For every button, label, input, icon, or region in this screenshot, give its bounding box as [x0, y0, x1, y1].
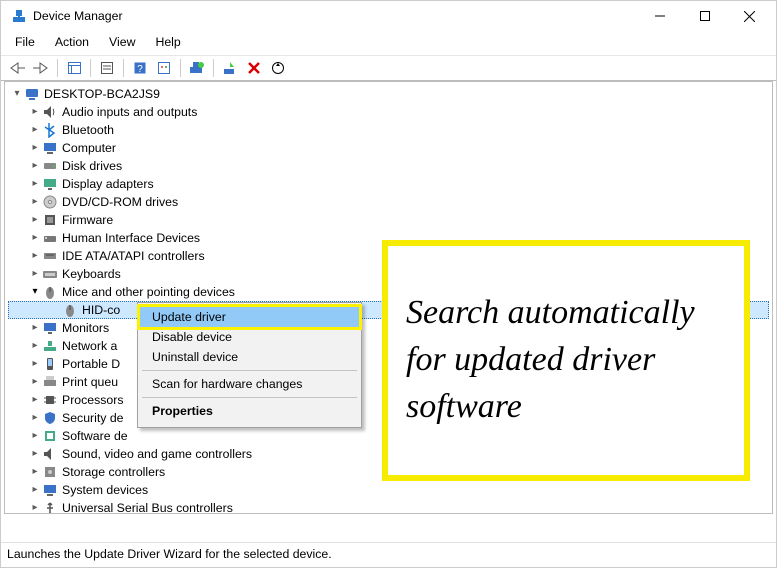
toolbar-separator: [57, 59, 58, 77]
tree-item-firmware[interactable]: ▸Firmware: [8, 211, 769, 229]
app-logo-icon: [11, 8, 27, 24]
svg-text:?: ?: [137, 64, 143, 75]
expand-arrow-icon[interactable]: ▸: [28, 211, 42, 229]
tree-root-label: DESKTOP-BCA2JS9: [44, 85, 164, 103]
audio-icon: [42, 104, 58, 120]
menubar: File Action View Help: [1, 31, 776, 55]
properties-button[interactable]: [96, 57, 118, 79]
menu-item-disable-device[interactable]: Disable device: [140, 327, 359, 347]
collapse-arrow-icon[interactable]: ▾: [28, 283, 42, 301]
back-button[interactable]: [6, 57, 28, 79]
expand-arrow-icon[interactable]: ▸: [28, 247, 42, 265]
expand-arrow-icon[interactable]: ▸: [28, 463, 42, 481]
menu-divider: [142, 370, 357, 371]
sound-icon: [42, 446, 58, 462]
expand-arrow-icon[interactable]: ▸: [28, 193, 42, 211]
action-button[interactable]: [153, 57, 175, 79]
network-icon: [42, 338, 58, 354]
window-title: Device Manager: [33, 9, 637, 23]
expand-arrow-icon[interactable]: ▸: [28, 319, 42, 337]
titlebar: Device Manager: [1, 1, 776, 31]
menu-help[interactable]: Help: [147, 33, 188, 51]
tree-root[interactable]: ▾ DESKTOP-BCA2JS9: [8, 85, 769, 103]
context-menu: Update driver Disable device Uninstall d…: [137, 302, 362, 428]
toolbar-separator: [123, 59, 124, 77]
annotation-overlay: Search automatically for updated driver …: [382, 240, 750, 481]
expand-arrow-icon[interactable]: ▸: [28, 499, 42, 514]
annotation-text: Search automatically for updated driver …: [406, 290, 726, 431]
scan-button[interactable]: [267, 57, 289, 79]
status-text: Launches the Update Driver Wizard for th…: [7, 547, 332, 561]
expand-arrow-icon[interactable]: ▸: [28, 157, 42, 175]
toolbar-separator: [213, 59, 214, 77]
minimize-button[interactable]: [637, 1, 682, 31]
mouse-icon: [62, 302, 78, 318]
dvd-icon: [42, 194, 58, 210]
computer-icon: [24, 86, 40, 102]
toolbar: ?: [1, 55, 776, 81]
security-icon: [42, 410, 58, 426]
enable-button[interactable]: [219, 57, 241, 79]
expand-arrow-icon[interactable]: ▸: [28, 391, 42, 409]
hid-icon: [42, 230, 58, 246]
expand-arrow-icon[interactable]: ▸: [28, 121, 42, 139]
expand-arrow-icon[interactable]: ▾: [10, 85, 24, 103]
menu-action[interactable]: Action: [47, 33, 97, 51]
statusbar: Launches the Update Driver Wizard for th…: [1, 542, 776, 567]
help-button[interactable]: ?: [129, 57, 151, 79]
menu-item-uninstall-device[interactable]: Uninstall device: [140, 347, 359, 367]
expand-arrow-icon[interactable]: ▸: [28, 175, 42, 193]
expand-arrow-icon[interactable]: ▸: [28, 373, 42, 391]
menu-divider: [142, 397, 357, 398]
mouse-icon: [42, 284, 58, 300]
menu-item-properties[interactable]: Properties: [140, 401, 359, 421]
tree-item-bluetooth[interactable]: ▸Bluetooth: [8, 121, 769, 139]
usb-icon: [42, 500, 58, 514]
cpu-icon: [42, 392, 58, 408]
expand-arrow-icon[interactable]: ▸: [28, 355, 42, 373]
expand-arrow-icon[interactable]: ▸: [28, 337, 42, 355]
printer-icon: [42, 374, 58, 390]
bluetooth-icon: [42, 122, 58, 138]
expand-arrow-icon[interactable]: ▸: [28, 409, 42, 427]
tree-item-disk[interactable]: ▸Disk drives: [8, 157, 769, 175]
storage-icon: [42, 464, 58, 480]
show-hide-tree-button[interactable]: [63, 57, 85, 79]
uninstall-button[interactable]: [243, 57, 265, 79]
system-icon: [42, 482, 58, 498]
menu-view[interactable]: View: [101, 33, 143, 51]
tree-item-system[interactable]: ▸System devices: [8, 481, 769, 499]
toolbar-separator: [90, 59, 91, 77]
menu-item-scan[interactable]: Scan for hardware changes: [140, 374, 359, 394]
update-driver-button[interactable]: [186, 57, 208, 79]
toolbar-separator: [180, 59, 181, 77]
expand-arrow-icon[interactable]: ▸: [28, 229, 42, 247]
expand-arrow-icon[interactable]: ▸: [28, 103, 42, 121]
close-button[interactable]: [727, 1, 772, 31]
disk-icon: [42, 158, 58, 174]
tree-item-dvd[interactable]: ▸DVD/CD-ROM drives: [8, 193, 769, 211]
tree-item-computer[interactable]: ▸Computer: [8, 139, 769, 157]
software-icon: [42, 428, 58, 444]
monitor-icon: [42, 140, 58, 156]
ide-icon: [42, 248, 58, 264]
tree-item-usb[interactable]: ▸Universal Serial Bus controllers: [8, 499, 769, 514]
tree-item-display[interactable]: ▸Display adapters: [8, 175, 769, 193]
portable-icon: [42, 356, 58, 372]
menu-file[interactable]: File: [7, 33, 43, 51]
window-controls: [637, 1, 772, 31]
firmware-icon: [42, 212, 58, 228]
expand-arrow-icon[interactable]: ▸: [28, 427, 42, 445]
expand-arrow-icon[interactable]: ▸: [28, 481, 42, 499]
display-icon: [42, 176, 58, 192]
forward-button[interactable]: [30, 57, 52, 79]
tree-item-audio[interactable]: ▸Audio inputs and outputs: [8, 103, 769, 121]
monitor-icon: [42, 320, 58, 336]
keyboard-icon: [42, 266, 58, 282]
expand-arrow-icon[interactable]: ▸: [28, 139, 42, 157]
expand-arrow-icon[interactable]: ▸: [28, 265, 42, 283]
maximize-button[interactable]: [682, 1, 727, 31]
expand-arrow-icon[interactable]: ▸: [28, 445, 42, 463]
